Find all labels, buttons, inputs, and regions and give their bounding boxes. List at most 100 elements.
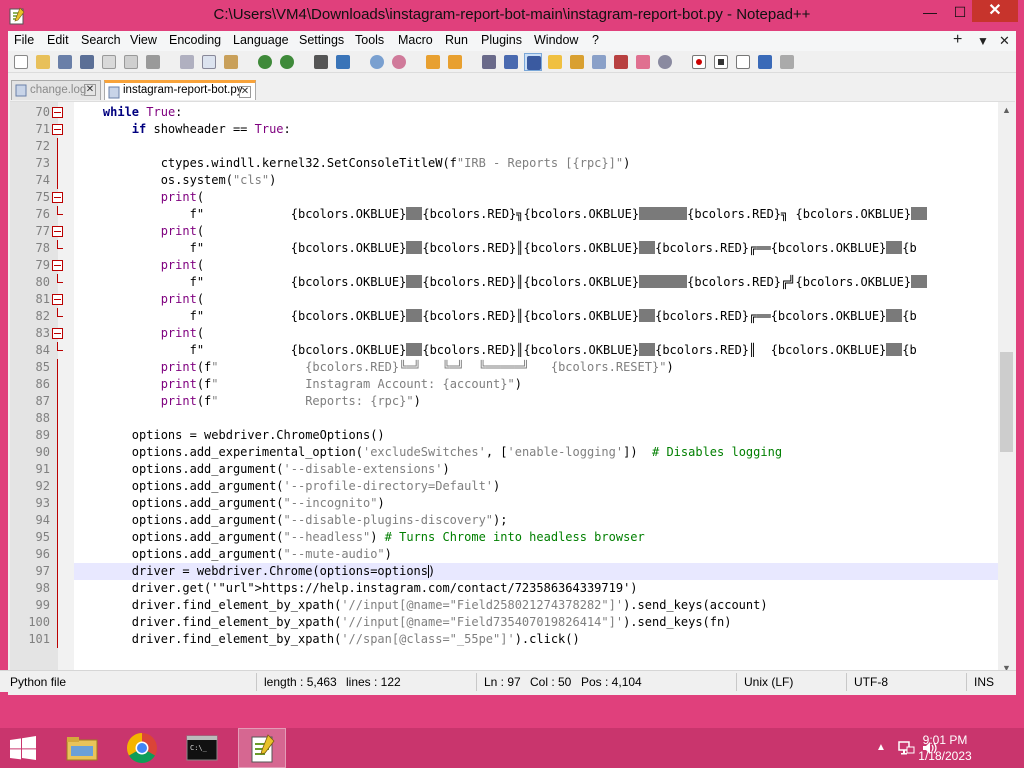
code-line[interactable]: 86 print(f" Instagram Account: {account}… (36, 376, 1015, 393)
command-prompt-taskbar-button[interactable]: C:\_ (178, 728, 226, 768)
code-line[interactable]: 76 f" {bcolors.OKBLUE} {bcolors.RED}╗{bco… (36, 206, 1015, 223)
zoom-out-button[interactable] (390, 53, 408, 71)
new-file-button[interactable] (12, 53, 30, 71)
status-insert-mode[interactable]: INS (974, 675, 994, 689)
windows-start-icon[interactable] (9, 736, 37, 760)
run-macro-multiple-button[interactable] (756, 53, 774, 71)
code-line[interactable]: 97 driver = webdriver.Chrome(options=opt… (36, 563, 1015, 580)
menu-view[interactable]: View (130, 33, 157, 47)
notepadpp-taskbar-button[interactable] (238, 728, 286, 768)
stop-macro-button[interactable] (712, 53, 730, 71)
redo-button[interactable] (278, 53, 296, 71)
menu-run[interactable]: Run (445, 33, 468, 47)
code-line[interactable]: 80 f" {bcolors.OKBLUE} {bcolors.RED}║{bco… (36, 274, 1015, 291)
code-line[interactable]: 91 options.add_argument('--disable-exten… (36, 461, 1015, 478)
paste-button[interactable] (222, 53, 240, 71)
record-macro-button[interactable] (690, 53, 708, 71)
code-line[interactable]: 99 driver.find_element_by_xpath('//input… (36, 597, 1015, 614)
code-line[interactable]: 90 options.add_experimental_option('excl… (36, 444, 1015, 461)
menu-language[interactable]: Language (233, 33, 289, 47)
code-line[interactable]: 71 if showheader == True: (36, 121, 1015, 138)
sync-horizontal-button[interactable] (446, 53, 464, 71)
menu-settings[interactable]: Settings (299, 33, 344, 47)
code-line[interactable]: 84 f" {bcolors.OKBLUE} {bcolors.RED}║{bco… (36, 342, 1015, 359)
fold-toggle-icon[interactable] (52, 124, 63, 135)
cut-button[interactable] (178, 53, 196, 71)
minimize-button[interactable]: — (910, 0, 950, 24)
monitoring-button[interactable] (656, 53, 674, 71)
function-list-button[interactable] (612, 53, 630, 71)
maximize-button[interactable]: ☐ (950, 0, 970, 24)
sync-vertical-button[interactable] (424, 53, 442, 71)
menu-tools[interactable]: Tools (355, 33, 384, 47)
code-line[interactable]: 96 options.add_argument("--mute-audio") (36, 546, 1015, 563)
code-line[interactable]: 89 options = webdriver.ChromeOptions() (36, 427, 1015, 444)
save-all-button[interactable] (78, 53, 96, 71)
code-line[interactable]: 78 f" {bcolors.OKBLUE} {bcolors.RED}║{bco… (36, 240, 1015, 257)
fold-margin[interactable] (58, 102, 74, 677)
fold-toggle-icon[interactable] (52, 107, 63, 118)
scroll-up-arrow[interactable]: ▲ (998, 102, 1015, 119)
code-line[interactable]: 75 print( (36, 189, 1015, 206)
save-button[interactable] (56, 53, 74, 71)
code-line[interactable]: 101 driver.find_element_by_xpath('//span… (28, 631, 1015, 648)
code-line[interactable]: 94 options.add_argument("--disable-plugi… (36, 512, 1015, 529)
code-line[interactable]: 93 options.add_argument("--incognito") (36, 495, 1015, 512)
code-line[interactable]: 72 (36, 138, 1015, 155)
code-line[interactable]: 100 driver.find_element_by_xpath('//inpu… (28, 614, 1015, 631)
code-line[interactable]: 73 ctypes.windll.kernel32.SetConsoleTitl… (36, 155, 1015, 172)
menu-edit[interactable]: Edit (47, 33, 69, 47)
udl-button[interactable] (546, 53, 564, 71)
fold-toggle-icon[interactable] (52, 328, 63, 339)
close-tab-icon[interactable]: ✕ (239, 86, 251, 98)
chrome-taskbar-button[interactable] (118, 728, 166, 768)
indent-guide-button[interactable] (524, 53, 542, 71)
tab-change-log[interactable]: change.log ✕ (11, 80, 101, 100)
fold-toggle-icon[interactable] (52, 294, 63, 305)
tab-list-dropdown[interactable]: ▼ (977, 34, 989, 48)
code-line[interactable]: 81 print( (36, 291, 1015, 308)
fold-toggle-icon[interactable] (52, 192, 63, 203)
menu-macro[interactable]: Macro (398, 33, 433, 47)
replace-button[interactable] (334, 53, 352, 71)
code-line[interactable]: 79 print( (36, 257, 1015, 274)
menu-help[interactable]: ? (592, 33, 599, 47)
show-all-chars-button[interactable] (502, 53, 520, 71)
menu-encoding[interactable]: Encoding (169, 33, 221, 47)
print-button[interactable] (144, 53, 162, 71)
vertical-scroll-thumb[interactable] (1000, 352, 1013, 452)
code-area[interactable]: 70 while True: 71 if showheader == True: 7… (28, 102, 1015, 677)
zoom-in-button[interactable] (368, 53, 386, 71)
menu-search[interactable]: Search (81, 33, 121, 47)
menu-plugins[interactable]: Plugins (481, 33, 522, 47)
undo-button[interactable] (256, 53, 274, 71)
file-explorer-taskbar-button[interactable] (58, 728, 106, 768)
save-macro-button[interactable] (778, 53, 796, 71)
close-all-button[interactable] (122, 53, 140, 71)
code-line[interactable]: 92 options.add_argument('--profile-direc… (36, 478, 1015, 495)
menu-window[interactable]: Window (534, 33, 578, 47)
close-window-button[interactable]: ✕ (972, 0, 1018, 22)
code-line[interactable]: 83 print( (36, 325, 1015, 342)
code-line[interactable]: 74 os.system("cls") (36, 172, 1015, 189)
new-tab-button[interactable]: + (953, 31, 962, 49)
code-line[interactable]: 82 f" {bcolors.OKBLUE} {bcolors.RED}║{bco… (36, 308, 1015, 325)
play-macro-button[interactable] (734, 53, 752, 71)
open-file-button[interactable] (34, 53, 52, 71)
system-clock[interactable]: 9:01 PM 1/18/2023 (910, 732, 980, 764)
close-file-button[interactable] (100, 53, 118, 71)
show-hidden-icons-chevron[interactable]: ▲ (876, 742, 886, 753)
close-doc-button[interactable]: ✕ (999, 33, 1010, 49)
code-line[interactable]: 85 print(f" {bcolors.RED}╚═╝ ╚═╝ ╚═════╝… (36, 359, 1015, 376)
code-line[interactable]: 77 print( (36, 223, 1015, 240)
word-wrap-button[interactable] (480, 53, 498, 71)
fold-toggle-icon[interactable] (52, 226, 63, 237)
doc-list-button[interactable] (590, 53, 608, 71)
menu-file[interactable]: File (14, 33, 34, 47)
code-line[interactable]: 95 options.add_argument("--headless") # … (36, 529, 1015, 546)
fold-toggle-icon[interactable] (52, 260, 63, 271)
folder-workspace-button[interactable] (634, 53, 652, 71)
status-eol[interactable]: Unix (LF) (744, 675, 793, 689)
doc-map-button[interactable] (568, 53, 586, 71)
code-line[interactable]: 87 print(f" Reports: {rpc}") (36, 393, 1015, 410)
